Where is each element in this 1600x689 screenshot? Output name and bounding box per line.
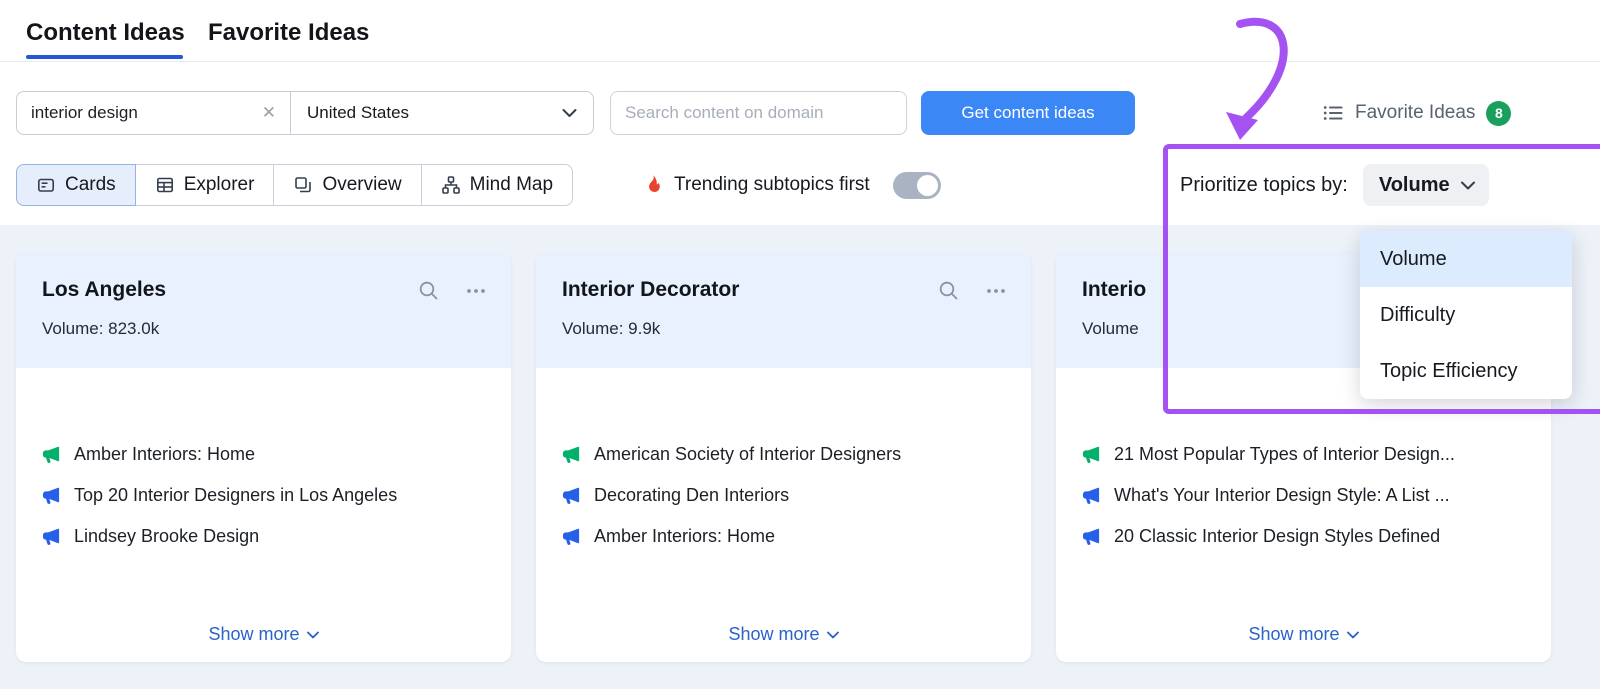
headline-item[interactable]: 20 Classic Interior Design Styles Define… [1082,525,1533,548]
topic-card-interior-decorator: Interior Decorator Volume: 9.9k American… [536,253,1031,662]
show-more-link[interactable]: Show more [16,624,511,645]
headline-item[interactable]: Top 20 Interior Designers in Los Angeles [42,484,493,507]
trending-subtopics-label: Trending subtopics first [674,174,870,195]
headline-item[interactable]: Amber Interiors: Home [42,443,493,466]
tab-content-ideas[interactable]: Content Ideas [26,19,185,47]
favorites-count-badge: 8 [1486,100,1512,126]
list-icon [1322,102,1344,124]
headline-text: Amber Interiors: Home [594,526,776,546]
headline-text: American Society of Interior Designers [594,444,902,464]
megaphone-icon [42,486,61,505]
headline-text: 21 Most Popular Types of Interior Design… [1114,444,1455,464]
cards-icon [36,175,56,195]
headline-text: Amber Interiors: Home [74,444,256,464]
toggle-knob [916,174,938,196]
megaphone-icon [42,445,61,464]
headline-text: Decorating Den Interiors [594,485,790,505]
headline-list: American Society of Interior Designers D… [562,443,1013,548]
prioritize-control: Prioritize topics by: Volume [1180,164,1489,206]
domain-search-input[interactable] [610,91,907,135]
show-more-link[interactable]: Show more [536,624,1031,645]
view-cards-button[interactable]: Cards [16,164,136,206]
tabbar-divider [0,61,1600,62]
trending-subtopics-control: Trending subtopics first [643,164,941,206]
trending-toggle[interactable] [892,171,941,199]
chevron-down-icon [826,631,839,639]
prioritize-selected-value: Volume [1378,173,1450,196]
megaphone-icon [562,527,581,546]
view-overview-label: Overview [322,174,402,195]
megaphone-icon [1082,486,1101,505]
card-header: Interior Decorator Volume: 9.9k [536,253,1031,368]
show-more-label: Show more [728,624,820,644]
view-cards-label: Cards [65,174,116,195]
headline-text: What's Your Interior Design Style: A Lis… [1114,485,1450,505]
menu-item-difficulty[interactable]: Difficulty [1360,287,1572,343]
favorite-ideas-shortcut[interactable]: Favorite Ideas 8 [1322,91,1512,135]
headline-item[interactable]: Lindsey Brooke Design [42,525,493,548]
card-header: Los Angeles Volume: 823.0k [16,253,511,368]
show-more-label: Show more [1248,624,1340,644]
headline-item[interactable]: Decorating Den Interiors [562,484,1013,507]
headline-item[interactable]: 21 Most Popular Types of Interior Design… [1082,443,1533,466]
favorite-ideas-label: Favorite Ideas [1355,102,1476,123]
prioritize-dropdown-button[interactable]: Volume [1362,164,1489,206]
chevron-down-icon [306,631,319,639]
prioritize-menu: Volume Difficulty Topic Efficiency [1360,231,1572,399]
country-select[interactable]: United States [291,92,593,134]
megaphone-icon [1082,445,1101,464]
view-explorer-label: Explorer [183,174,255,195]
headline-item[interactable]: What's Your Interior Design Style: A Lis… [1082,484,1533,507]
mindmap-icon [441,175,461,195]
headline-text: Top 20 Interior Designers in Los Angeles [74,485,398,505]
active-tab-underline [26,55,183,59]
keyword-input[interactable] [31,103,260,123]
keyword-field-wrap: ✕ [17,92,291,134]
show-more-link[interactable]: Show more [1056,624,1551,645]
fire-icon [643,174,663,196]
view-switcher: Cards Explorer Overview Mind Map [16,164,574,206]
show-more-label: Show more [208,624,300,644]
more-options-icon[interactable] [465,280,487,301]
annotation-arrow [1226,18,1288,140]
chevron-down-icon [1346,631,1359,639]
prioritize-label: Prioritize topics by: [1180,173,1348,196]
view-explorer-button[interactable]: Explorer [134,164,275,206]
topic-card-los-angeles: Los Angeles Volume: 823.0k Amber Interio… [16,253,511,662]
card-volume: Volume: 823.0k [42,319,160,338]
topic-research-screen: Content Ideas Favorite Ideas ✕ United St… [0,0,1600,689]
megaphone-icon [1082,527,1101,546]
more-options-icon[interactable] [985,280,1007,301]
headline-item[interactable]: American Society of Interior Designers [562,443,1013,466]
megaphone-icon [42,527,61,546]
megaphone-icon [562,445,581,464]
megaphone-icon [562,486,581,505]
card-volume: Volume: 9.9k [562,319,661,338]
country-value: United States [307,103,410,122]
card-search-icon[interactable] [418,280,439,301]
chevron-down-icon [562,108,577,118]
keyword-country-group: ✕ United States [16,91,594,135]
headline-item[interactable]: Amber Interiors: Home [562,525,1013,548]
headline-text: 20 Classic Interior Design Styles Define… [1114,526,1441,546]
headline-list: 21 Most Popular Types of Interior Design… [1082,443,1533,548]
headline-list: Amber Interiors: Home Top 20 Interior De… [42,443,493,548]
tab-favorite-ideas[interactable]: Favorite Ideas [208,19,369,47]
table-icon [155,175,175,195]
overview-icon [293,175,313,195]
card-search-icon[interactable] [938,280,959,301]
menu-item-topic-efficiency[interactable]: Topic Efficiency [1360,343,1572,399]
clear-keyword-icon[interactable]: ✕ [260,103,278,123]
view-mindmap-button[interactable]: Mind Map [420,164,574,206]
view-mindmap-label: Mind Map [469,174,554,195]
view-overview-button[interactable]: Overview [273,164,422,206]
chevron-down-icon [1460,181,1475,190]
get-content-ideas-button[interactable]: Get content ideas [921,91,1135,135]
headline-text: Lindsey Brooke Design [74,526,260,546]
menu-item-volume[interactable]: Volume [1360,231,1572,287]
